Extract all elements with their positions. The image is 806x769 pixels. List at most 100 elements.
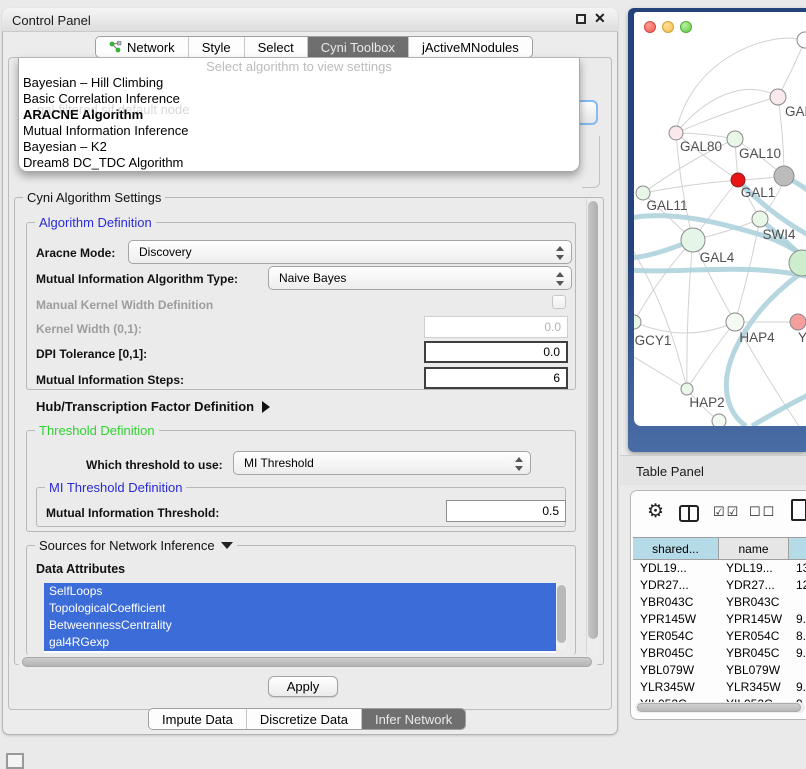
algorithm-option-dream8-dc-tdc-algorithm[interactable]: Dream8 DC_TDC Algorithm <box>19 155 579 171</box>
algorithm-option-mutual-information-inference[interactable]: Mutual Information Inference <box>19 123 579 139</box>
table-panel-box: ⚙ ☑☑ ☐☐ shared...nameAYDL19...YDL19...13… <box>630 490 806 720</box>
mi-type-label: Mutual Information Algorithm Type: <box>36 272 238 286</box>
node-bottom[interactable] <box>712 414 726 426</box>
table-cell: YBL079W <box>719 662 789 679</box>
mi-steps-field[interactable]: 6 <box>424 367 568 389</box>
node-gal80[interactable] <box>669 126 683 140</box>
settings-vscrollbar-thumb[interactable] <box>588 201 598 639</box>
algorithm-option-bayesian-k2[interactable]: Bayesian – K2 <box>19 139 579 155</box>
network-edge-highlighted[interactable] <box>634 269 806 277</box>
table-row[interactable]: YER054CYER054C8. <box>633 628 806 645</box>
window-minimize-traffic-icon[interactable] <box>662 21 674 33</box>
node-salmon[interactable] <box>790 314 806 330</box>
sources-group-title[interactable]: Sources for Network Inference <box>35 538 237 553</box>
node-gray[interactable] <box>774 166 794 186</box>
algorithm-option-bayesian-hill-climbing[interactable]: Bayesian – Hill Climbing <box>19 75 579 91</box>
attributes-scrollbar-thumb[interactable] <box>557 585 566 643</box>
table-row[interactable]: YBL079WYBL079W <box>633 662 806 679</box>
node-gal4[interactable] <box>681 228 705 252</box>
network-view-window[interactable]: GALGAL80GAL10GAL1GAL11SWI4GAL4GCY1HAP4YH… <box>628 8 806 452</box>
network-edge[interactable] <box>634 322 735 333</box>
node-gal10[interactable] <box>727 131 743 147</box>
column-header-A[interactable]: A <box>789 538 806 559</box>
table-hscrollbar-thumb[interactable] <box>637 703 801 712</box>
combo-arrows-icon <box>556 245 564 261</box>
node-hap4[interactable] <box>726 313 744 331</box>
node-swi4[interactable] <box>752 211 768 227</box>
cyni-settings-group-title: Cyni Algorithm Settings <box>23 190 165 205</box>
mi-threshold-field[interactable]: 0.5 <box>446 500 566 522</box>
network-edge[interactable] <box>778 40 805 97</box>
column-header-shared-[interactable]: shared... <box>633 538 719 559</box>
split-columns-icon[interactable] <box>679 505 699 522</box>
network-edge[interactable] <box>643 180 738 193</box>
table-cell: 8. <box>789 628 806 645</box>
network-canvas[interactable]: GALGAL80GAL10GAL1GAL11SWI4GAL4GCY1HAP4YH… <box>634 12 806 426</box>
hub-definition-toggle[interactable]: Hub/Transcription Factor Definition <box>36 399 270 414</box>
node-hap2[interactable] <box>681 383 693 395</box>
kernel-width-field[interactable]: 0.0 <box>424 316 568 338</box>
select-all-icon[interactable]: ☑☑ <box>713 504 740 520</box>
tab-label: Select <box>258 40 294 55</box>
float-window-icon[interactable] <box>576 14 586 24</box>
minimized-panel-icon[interactable] <box>6 753 24 769</box>
table-cell: YLR345W <box>719 679 789 696</box>
table-cell <box>789 594 806 611</box>
node-top-right[interactable] <box>797 32 806 48</box>
manual-kernel-checkbox[interactable] <box>552 295 566 309</box>
gear-icon[interactable]: ⚙ <box>647 500 664 523</box>
table-cell: YER054C <box>633 628 719 645</box>
attribute-item-topologicalcoefficient[interactable]: TopologicalCoefficient <box>44 600 556 617</box>
tab-infer-network[interactable]: Infer Network <box>362 709 465 729</box>
aracne-mode-value: Discovery <box>139 245 192 259</box>
node-gcy1[interactable] <box>634 315 641 329</box>
tab-discretize-data[interactable]: Discretize Data <box>247 709 362 729</box>
network-edge[interactable] <box>676 97 778 133</box>
network-edge[interactable] <box>778 97 784 176</box>
node-label-gal11: GAL11 <box>646 198 687 213</box>
file-icon[interactable] <box>791 499 806 521</box>
mi-threshold-group-title: MI Threshold Definition <box>45 480 186 495</box>
attribute-item-betweennesscentrality[interactable]: BetweennessCentrality <box>44 617 556 634</box>
tab-network[interactable]: Network <box>96 37 189 57</box>
network-edge[interactable] <box>634 357 687 389</box>
tab-select[interactable]: Select <box>245 37 308 57</box>
table-row[interactable]: YDL19...YDL19...13 <box>633 560 806 577</box>
window-zoom-traffic-icon[interactable] <box>680 21 692 33</box>
window-close-traffic-icon[interactable] <box>644 21 656 33</box>
network-edge[interactable] <box>687 240 693 389</box>
aracne-mode-select[interactable]: Discovery <box>128 240 572 264</box>
column-header-name[interactable]: name <box>719 538 789 559</box>
dpi-tolerance-field[interactable]: 0.0 <box>424 341 568 363</box>
mi-type-select[interactable]: Naive Bayes <box>268 266 572 290</box>
control-panel-title: Control Panel <box>12 13 91 28</box>
tab-label: Infer Network <box>375 712 452 727</box>
node-label-gal: GAL <box>785 104 806 119</box>
table-cell: YDL19... <box>633 560 719 577</box>
node-label-hap2: HAP2 <box>689 395 724 410</box>
node-label-gal4: GAL4 <box>700 250 735 265</box>
tab-impute-data[interactable]: Impute Data <box>149 709 247 729</box>
table-cell: 9. <box>789 645 806 662</box>
apply-button[interactable]: Apply <box>268 676 338 697</box>
deselect-all-icon[interactable]: ☐☐ <box>749 504 776 520</box>
tab-style[interactable]: Style <box>189 37 245 57</box>
settings-hscrollbar-thumb[interactable] <box>22 657 592 667</box>
table-cell: YBR043C <box>633 594 719 611</box>
table-row[interactable]: YDR27...YDR27...12 <box>633 577 806 594</box>
table-row[interactable]: YBR043CYBR043C <box>633 594 806 611</box>
tab-cyni-toolbox[interactable]: Cyni Toolbox <box>308 37 409 57</box>
dropdown-placeholder: Select algorithm to view settings <box>19 58 579 75</box>
table-row[interactable]: YLR345WYLR345W9. <box>633 679 806 696</box>
which-threshold-select[interactable]: MI Threshold <box>233 451 531 475</box>
table-row[interactable]: YPR145WYPR145W9. <box>633 611 806 628</box>
attribute-item-gal4rgexp[interactable]: gal4RGexp <box>44 634 556 651</box>
table-cell: YER054C <box>719 628 789 645</box>
collapse-down-icon <box>221 542 233 549</box>
table-row[interactable]: YBR045CYBR045C9. <box>633 645 806 662</box>
tab-jactivemnodules[interactable]: jActiveMNodules <box>409 37 532 57</box>
node-gal-pink[interactable] <box>770 89 786 105</box>
attribute-item-selfloops[interactable]: SelfLoops <box>44 583 556 600</box>
network-edge-highlighted[interactable] <box>752 394 806 426</box>
close-icon[interactable]: ✕ <box>594 10 606 27</box>
